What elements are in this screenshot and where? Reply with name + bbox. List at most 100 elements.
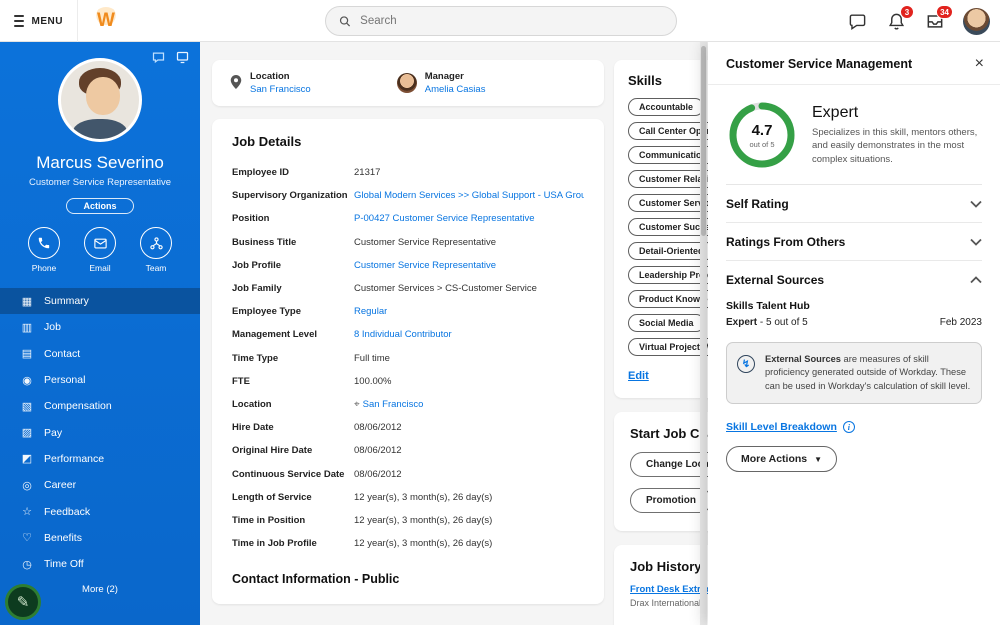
skill-pill[interactable]: Accountable [628,98,705,116]
employee-photo[interactable] [58,58,142,142]
sidebar-item-career[interactable]: ◎ Career [0,472,200,498]
main-scrollbar-thumb[interactable] [701,46,706,236]
job-detail-label: Job Profile [232,259,282,271]
sidebar-item-label: Career [44,479,77,492]
external-sources-label: External Sources [726,272,825,287]
email-action[interactable]: Email [84,227,116,273]
sidebar-item-contact[interactable]: ▤ Contact [0,341,200,367]
message-icon[interactable] [150,49,166,65]
job-details-title: Job Details [232,134,302,149]
location-value[interactable]: San Francisco [250,84,311,95]
job-detail-label: Continuous Service Date [232,468,345,480]
external-source-name: Skills Talent Hub [726,300,810,312]
manager-value[interactable]: Amelia Casias [425,84,486,95]
more-actions-button[interactable]: More Actions ▼ [726,446,838,473]
job-detail-label: Employee ID [232,167,290,179]
job-detail-value[interactable]: Regular [354,306,387,317]
left-column: Location San Francisco Manager Amelia Ca… [212,60,604,605]
team-action[interactable]: Team [140,227,172,273]
job-detail-label: Position [232,213,270,225]
self-rating-label: Self Rating [726,196,789,211]
rating-ring: 4.7 out of 5 [726,99,798,171]
job-details-card: Job Details Employee ID 21317 Supervisory … [212,119,604,605]
phone-icon [28,227,60,259]
external-sources-content: Skills Talent Hub Expert - 5 out of 5 Fe… [726,298,982,473]
sidebar-item-personal[interactable]: ◉ Personal [0,367,200,393]
job-detail-row: Supervisory Organization Global Modern Se… [232,184,584,207]
sidebar-item-job[interactable]: ▥ Job [0,314,200,340]
job-detail-value[interactable]: Customer Service Representative [354,260,496,271]
email-label: Email [89,263,111,273]
sidebar-item-pay[interactable]: ▨ Pay [0,419,200,445]
app-root: MENU W 3 34 [0,0,1000,625]
job-detail-value[interactable]: Global Modern Services >> Global Support… [354,190,584,201]
document-icon: ▧ [21,400,33,413]
sidebar-item-label: Contact [44,347,81,360]
breakdown-row: Skill Level Breakdown i [726,421,982,434]
job-detail-label: Time in Position [232,514,306,526]
job-detail-value: 08/06/2012 [354,445,402,457]
main-scrollbar-track[interactable] [700,42,707,625]
external-rating: Expert - 5 out of 5 [726,317,808,328]
caret-down-icon: ▼ [814,454,823,464]
job-detail-row: Management Level 8 Individual Contributor [232,323,584,346]
job-detail-value[interactable]: P-00427 Customer Service Representative [354,213,535,224]
sidebar-item-summary[interactable]: ▦ Summary [0,288,200,315]
workday-logo[interactable]: W [92,7,120,35]
job-detail-value: 12 year(s), 3 month(s), 26 day(s) [354,538,493,550]
job-detail-row: Time Type Full time [232,347,584,370]
skills-edit-link[interactable]: Edit [628,370,649,382]
inbox-icon[interactable]: 34 [924,5,953,32]
job-detail-value: 08/06/2012 [354,422,402,434]
sidebar-item-time-off[interactable]: ◷ Time Off [0,551,200,577]
profile-sidebar: Marcus Severino Customer Service Represe… [0,42,200,625]
accordion-external-sources[interactable]: External Sources [726,260,982,298]
team-icon [140,227,172,259]
job-detail-value[interactable]: 8 Individual Contributor [354,329,452,340]
accordion-self-rating[interactable]: Self Rating [726,185,982,222]
search-bar[interactable] [325,6,677,36]
location-pin-icon [230,74,242,92]
org-chart-icon[interactable] [174,49,190,65]
chat-icon[interactable] [846,10,868,32]
location-group: Location San Francisco [230,71,311,95]
star-icon: ☆ [22,506,32,519]
accordion-ratings-from-others[interactable]: Ratings From Others [726,222,982,260]
photo-body [73,119,127,139]
manager-group: Manager Amelia Casias [396,71,486,95]
sidebar-item-benefits[interactable]: ♡ Benefits [0,525,200,551]
skill-detail-panel: Customer Service Management × 4.7 out of… [708,42,1000,625]
info-icon[interactable]: i [842,421,855,434]
job-detail-value: 21317 [354,167,381,179]
nav-more-link[interactable]: More (2) [82,584,118,595]
pencil-icon: ✎ [16,594,30,611]
location-label: Location [250,71,290,82]
skill-pill[interactable]: Social Media [628,314,705,332]
menu-button[interactable]: MENU [0,0,78,42]
external-rating-level: Expert [726,317,758,328]
job-detail-row: Time in Position 12 year(s), 3 month(s), … [232,509,584,532]
rating-block: 4.7 out of 5 Expert Specializes in this … [726,99,982,171]
edit-fab[interactable]: ✎ [5,584,41,620]
notifications-icon[interactable]: 3 [885,5,914,32]
sidebar-top-icons [150,49,190,65]
search-input[interactable] [360,15,663,27]
sidebar-item-feedback[interactable]: ☆ Feedback [0,498,200,524]
skill-level-breakdown-link[interactable]: Skill Level Breakdown [726,421,837,433]
job-detail-row: Time in Job Profile 12 year(s), 3 month(s… [232,532,584,555]
sidebar-item-compensation[interactable]: ▧ Compensation [0,393,200,419]
job-detail-label: Time in Job Profile [232,538,317,550]
sidebar-item-label: Time Off [44,558,84,571]
phone-action[interactable]: Phone [28,227,60,273]
job-detail-value[interactable]: ⌖ San Francisco [354,399,423,410]
chevron-down-icon [970,200,982,208]
team-label: Team [145,263,167,273]
panel-body: 4.7 out of 5 Expert Specializes in this … [708,85,1000,473]
sidebar-item-performance[interactable]: ◩ Performance [0,446,200,472]
actions-button[interactable]: Actions [66,198,134,214]
job-details-rows: Employee ID 21317 Supervisory Organization… [232,161,584,555]
user-avatar[interactable] [963,7,990,35]
job-detail-row: Length of Service 12 year(s), 3 month(s),… [232,486,584,509]
close-icon[interactable]: × [975,56,984,72]
external-rating-detail: - 5 out of 5 [757,317,808,328]
